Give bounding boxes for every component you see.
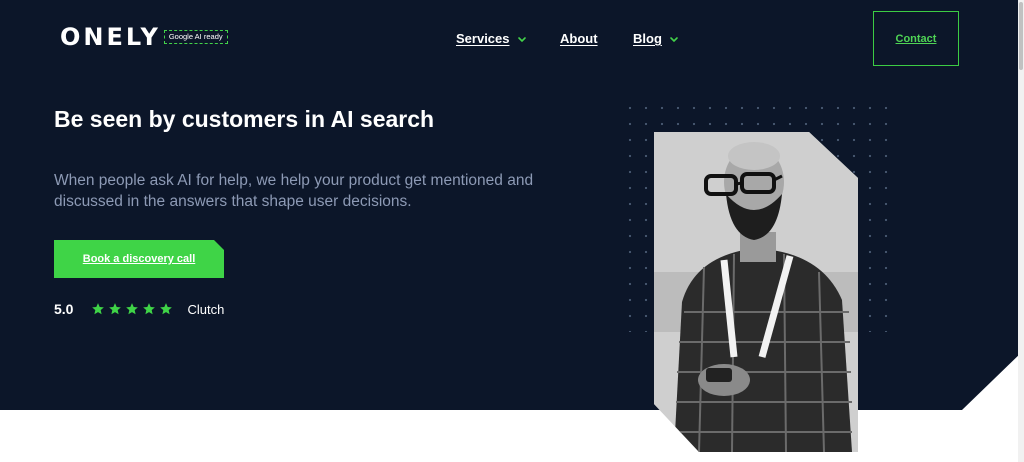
hero-headline: Be seen by customers in AI search [54, 106, 435, 132]
rating-score: 5.0 [54, 301, 74, 317]
logo[interactable]: ONELY Google AI ready [60, 25, 228, 49]
hero-portrait-photo [654, 132, 858, 452]
star-icon [160, 303, 173, 315]
scrollbar[interactable] [1018, 0, 1024, 462]
nav-item-about[interactable]: About [560, 31, 598, 46]
rating-stars [91, 302, 173, 316]
rating: 5.0 Clutch [54, 300, 224, 318]
logo-badge: Google AI ready [163, 30, 228, 44]
star-icon [92, 303, 105, 315]
logo-wordmark: ONELY [60, 23, 161, 51]
person-portrait [654, 132, 858, 452]
star-icon [143, 303, 156, 315]
page: ONELY Google AI ready Services About Blo… [0, 0, 1024, 462]
nav-item-label: Blog [633, 31, 662, 46]
star-icon [109, 303, 122, 315]
scrollbar-thumb[interactable] [1019, 2, 1023, 70]
book-discovery-call-button[interactable]: Book a discovery call [54, 240, 224, 278]
nav-item-blog[interactable]: Blog [633, 31, 679, 46]
nav-item-label: About [560, 31, 598, 46]
star-icon [126, 303, 139, 315]
nav-item-services[interactable]: Services [456, 31, 527, 46]
chevron-down-icon [517, 36, 526, 42]
rating-source: Clutch [187, 301, 225, 317]
chevron-down-icon [670, 36, 678, 42]
contact-button[interactable]: Contact [873, 11, 959, 66]
nav-item-label: Services [456, 31, 510, 46]
hero-subheadline: When people ask AI for help, we help you… [54, 172, 534, 210]
